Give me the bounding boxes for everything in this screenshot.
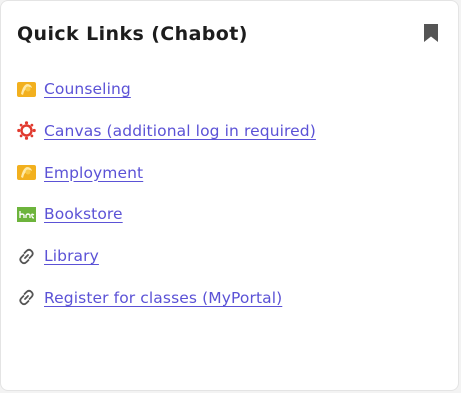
- link-label[interactable]: Employment: [44, 164, 143, 182]
- link-item-bookstore: Bookstore: [17, 200, 316, 228]
- quick-links-list: Counseling Canvas (additional log in req…: [17, 75, 316, 326]
- quick-links-card: Quick Links (Chabot) Counseling Canvas (…: [0, 0, 459, 391]
- link-icon: [17, 247, 36, 266]
- card-title: Quick Links (Chabot): [17, 23, 248, 45]
- link-item-register: Register for classes (MyPortal): [17, 284, 316, 312]
- chabot-logo-icon: [17, 163, 36, 182]
- link-item-library: Library: [17, 242, 316, 270]
- link-icon: [17, 288, 36, 307]
- canvas-logo-icon: [17, 121, 36, 141]
- bookstore-logo-icon: [17, 205, 36, 224]
- link-label[interactable]: Canvas (additional log in required): [44, 122, 316, 140]
- link-item-employment: Employment: [17, 159, 316, 187]
- link-label[interactable]: Counseling: [44, 80, 131, 98]
- link-item-canvas: Canvas (additional log in required): [17, 117, 316, 145]
- bookmark-icon[interactable]: [423, 23, 439, 43]
- link-item-counseling: Counseling: [17, 75, 316, 103]
- link-label[interactable]: Bookstore: [44, 205, 123, 223]
- link-label[interactable]: Library: [44, 247, 99, 265]
- link-label[interactable]: Register for classes (MyPortal): [44, 289, 282, 307]
- chabot-logo-icon: [17, 80, 36, 99]
